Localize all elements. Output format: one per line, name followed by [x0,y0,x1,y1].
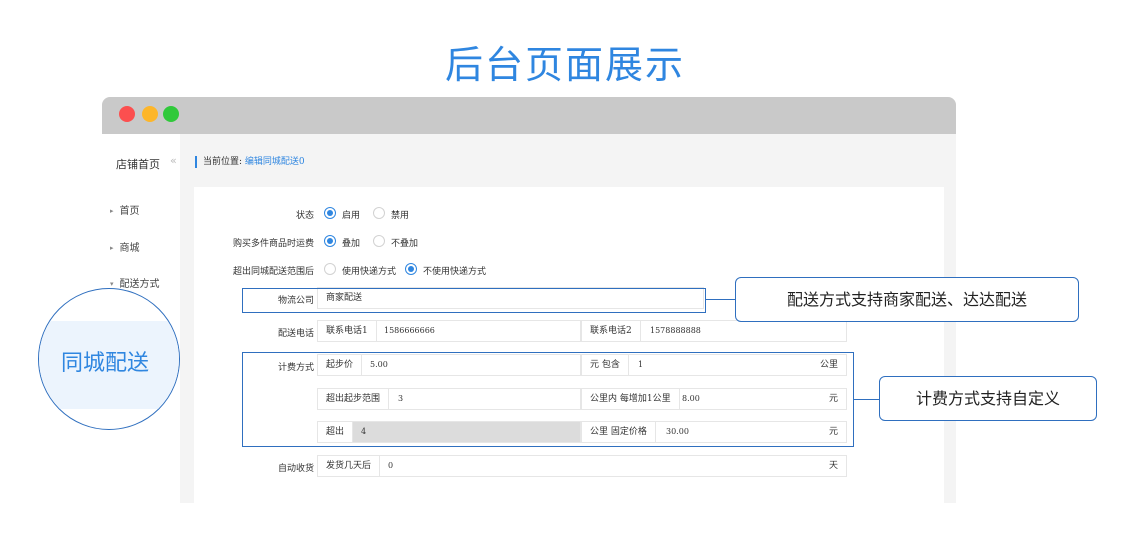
delivery-phone-label: 配送电话 [277,329,314,339]
logistics-highlight-box [242,288,706,313]
auto-receive-label: 自动收货 [277,464,314,474]
chevron-down-icon: ▾ [110,280,114,288]
collapse-sidebar-icon[interactable]: « [170,154,177,167]
callout-connector [706,299,735,300]
multi-item-freight-label: 购买多件商品时运费 [232,239,314,249]
billing-callout: 计费方式支持自定义 [879,376,1097,421]
status-enable-radio[interactable] [324,207,336,219]
callout-connector [854,399,879,400]
sidebar-item-home[interactable]: ▸ 首页 [110,202,140,217]
close-window-icon[interactable] [119,106,135,122]
maximize-window-icon[interactable] [163,106,179,122]
beyond-range-label: 超出同城配送范围后 [232,267,314,277]
zoom-lens: 同城配送 [38,288,180,430]
window-titlebar [102,97,956,134]
page-title: 后台页面展示 [444,43,685,87]
edit-form-panel: 状态 启用 禁用 购买多件商品时运费 叠加 不叠加 超出同城配送范围后 使用快递… [194,187,944,503]
phone1-field[interactable]: 联系电话1 1586666666 [317,320,581,342]
billing-highlight-box [242,352,854,447]
minimize-window-icon[interactable] [142,106,158,122]
chevron-right-icon: ▸ [110,244,114,252]
auto-receive-field[interactable]: 发货几天后 0 天 [317,455,847,477]
sidebar-store-home[interactable]: 店铺首页 [116,156,160,172]
phone2-field[interactable]: 联系电话2 1578888888 [581,320,847,342]
chevron-right-icon: ▸ [110,207,114,215]
status-label: 状态 [295,211,314,221]
freight-no-stack-radio[interactable] [373,235,385,247]
no-express-radio[interactable] [405,263,417,275]
delivery-callout: 配送方式支持商家配送、达达配送 [735,277,1079,322]
breadcrumb-link[interactable]: 编辑同城配送0 [245,157,305,167]
breadcrumb: 当前位置: 编辑同城配送0 [195,156,305,168]
status-disable-radio[interactable] [373,207,385,219]
sidebar-item-same-city-delivery[interactable]: 同城配送 [61,345,149,377]
sidebar-item-mall[interactable]: ▸ 商城 [110,239,140,254]
freight-stack-radio[interactable] [324,235,336,247]
use-express-radio[interactable] [324,263,336,275]
